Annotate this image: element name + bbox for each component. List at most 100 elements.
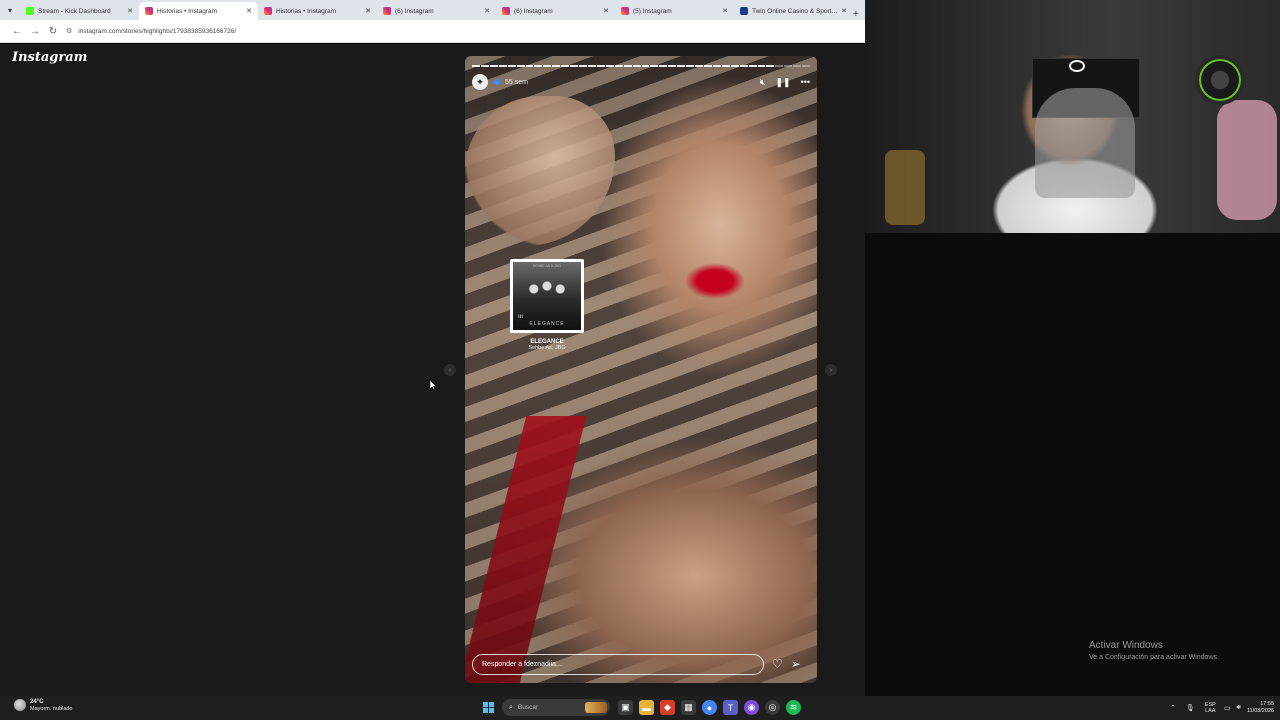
mouse-cursor-icon (429, 377, 438, 395)
progress-segment (543, 65, 552, 67)
progress-segment (534, 65, 543, 67)
url-field[interactable]: ⚙ instagram.com/stories/highlights/17938… (66, 23, 236, 39)
spotify-icon[interactable]: ≋ (786, 700, 801, 715)
tab-instagram-active[interactable]: Historias • Instagram ✕ (139, 2, 258, 20)
file-explorer-icon[interactable]: ▬ (639, 700, 654, 715)
progress-segment (686, 65, 695, 67)
progress-segment (480, 65, 489, 67)
taskbar: 24°C Mayorm. nublado ⌕ Buscar ▣ ▬ ◆ ▦ ● … (0, 696, 1280, 720)
desktop-background (865, 233, 1280, 696)
progress-segment (668, 65, 677, 67)
reload-icon[interactable]: ↻ (44, 26, 62, 37)
chevron-up-icon[interactable]: ⌃ (1170, 704, 1176, 712)
network-icon[interactable]: ▭ (1224, 704, 1231, 712)
clock-time: 17:55 (1260, 701, 1274, 708)
tab-twin[interactable]: Twin Online Casino & Sports Betting ✕ (734, 2, 853, 20)
story-header: ✦ 55 sem 🔇︎ ❚❚ ••• (472, 73, 810, 91)
progress-segment (784, 65, 793, 67)
tab-title: Historias • Instagram (276, 7, 337, 15)
taskbar-apps: ▣ ▬ ◆ ▦ ● T ◉ ◎ ≋ (618, 700, 801, 715)
story-viewer[interactable]: ✦ 55 sem 🔇︎ ❚❚ ••• SEHBE AS & JBG ııı EL… (465, 56, 817, 683)
progress-segment (730, 65, 739, 67)
close-tab-icon[interactable]: ✕ (127, 7, 133, 15)
tab-instagram-3[interactable]: (6) Instagram ✕ (377, 2, 496, 20)
system-tray: ⌃ 🎙︎ ESP LAA ▭ 🔊︎ 17:55 11/03/2026 (1170, 696, 1280, 720)
discord-icon[interactable]: ◉ (744, 700, 759, 715)
progress-segment (695, 65, 703, 67)
obs-icon[interactable]: ◎ (765, 700, 780, 715)
tab-kick[interactable]: Stream - Kick Dashboard ✕ (20, 2, 139, 20)
tab-title: Twin Online Casino & Sports Betting (752, 7, 838, 15)
avatar[interactable]: ✦ (472, 74, 488, 90)
reply-input[interactable]: Responder a fdeznadiia... (472, 653, 764, 675)
album-cover: SEHBE AS & JBG ııı ELEGANCE (510, 259, 584, 333)
reply-actions: ♡ ➢ (772, 657, 801, 671)
progress-segment (472, 65, 480, 67)
progress-segment (766, 65, 775, 67)
clock-date: 11/03/2026 (1246, 708, 1274, 714)
instagram-icon (502, 7, 510, 15)
webcam-gold-figure (885, 150, 925, 225)
close-tab-icon[interactable]: ✕ (603, 7, 609, 15)
instagram-logo[interactable]: Instagram (12, 50, 87, 65)
windows-start-icon[interactable] (483, 702, 494, 713)
clock[interactable]: 17:55 11/03/2026 (1247, 701, 1274, 714)
instagram-icon (145, 7, 153, 15)
pause-icon[interactable]: ❚❚ (775, 77, 790, 88)
progress-segment (570, 65, 579, 67)
progress-segment (802, 65, 811, 67)
progress-segment (659, 65, 668, 67)
address-bar: ← → ↻ ⚙ instagram.com/stories/highlights… (0, 20, 865, 43)
progress-segment (739, 65, 748, 67)
tab-instagram-2[interactable]: Historias • Instagram ✕ (258, 2, 377, 20)
url-text: instagram.com/stories/highlights/1793838… (78, 27, 237, 35)
more-options-icon[interactable]: ••• (801, 77, 810, 88)
chrome-icon[interactable]: ● (702, 700, 717, 715)
activate-windows-watermark: Activar Windows Ve a Configuración para … (1089, 640, 1219, 661)
next-story-button[interactable]: › (825, 364, 837, 376)
teams-icon[interactable]: T (723, 700, 738, 715)
language-indicator[interactable]: ESP LAA (1205, 702, 1216, 714)
close-tab-icon[interactable]: ✕ (484, 7, 490, 15)
story-controls: 🔇︎ ❚❚ ••• (760, 77, 810, 88)
taskbar-search[interactable]: ⌕ Buscar (502, 699, 610, 716)
progress-segment (605, 65, 614, 67)
close-tab-icon[interactable]: ✕ (246, 7, 252, 15)
task-view-icon[interactable]: ▣ (618, 700, 633, 715)
microphone-icon[interactable]: 🎙︎ (1186, 704, 1195, 712)
close-tab-icon[interactable]: ✕ (722, 7, 728, 15)
search-placeholder: Buscar (517, 704, 539, 711)
progress-segment (677, 65, 686, 67)
close-tab-icon[interactable]: ✕ (365, 7, 371, 15)
forward-icon[interactable]: → (26, 26, 44, 37)
audio-bars-icon: ııı (518, 314, 524, 320)
album-top-text: SEHBE AS & JBG (532, 264, 562, 268)
webcam-overlay (865, 0, 1280, 233)
weather-widget[interactable]: 24°C Mayorm. nublado (14, 699, 73, 712)
heart-icon[interactable]: ♡ (772, 657, 783, 671)
instagram-icon (383, 7, 391, 15)
tab-search-dropdown-icon[interactable]: ▾ (0, 0, 20, 20)
progress-segment (614, 65, 623, 67)
progress-segment (641, 65, 650, 67)
webcam-steering-wheel (1195, 55, 1245, 105)
calculator-icon[interactable]: ▦ (681, 700, 696, 715)
tab-title: Stream - Kick Dashboard (38, 7, 111, 15)
watermark-subtitle: Ve a Configuración para activar Windows. (1089, 654, 1219, 661)
progress-segment (650, 65, 659, 67)
new-tab-icon[interactable]: + (853, 9, 865, 20)
site-settings-icon[interactable]: ⚙ (66, 27, 72, 35)
mute-icon[interactable]: 🔇︎ (760, 77, 766, 88)
tab-instagram-5[interactable]: (5) Instagram ✕ (615, 2, 734, 20)
back-icon[interactable]: ← (8, 26, 26, 37)
story-photo-detail (465, 416, 587, 683)
brave-icon[interactable]: ◆ (660, 700, 675, 715)
twin-icon (740, 7, 748, 15)
close-tab-icon[interactable]: ✕ (841, 7, 847, 15)
tab-instagram-4[interactable]: (6) Instagram ✕ (496, 2, 615, 20)
volume-icon[interactable]: 🔊︎ (1236, 704, 1240, 712)
send-icon[interactable]: ➢ (791, 657, 801, 671)
music-sticker[interactable]: SEHBE AS & JBG ııı ELEGANCE ELEGANCE Seh… (510, 259, 584, 351)
previous-story-button[interactable]: ‹ (444, 364, 456, 376)
browser-tab-bar: ▾ Stream - Kick Dashboard ✕ Historias • … (0, 0, 865, 20)
